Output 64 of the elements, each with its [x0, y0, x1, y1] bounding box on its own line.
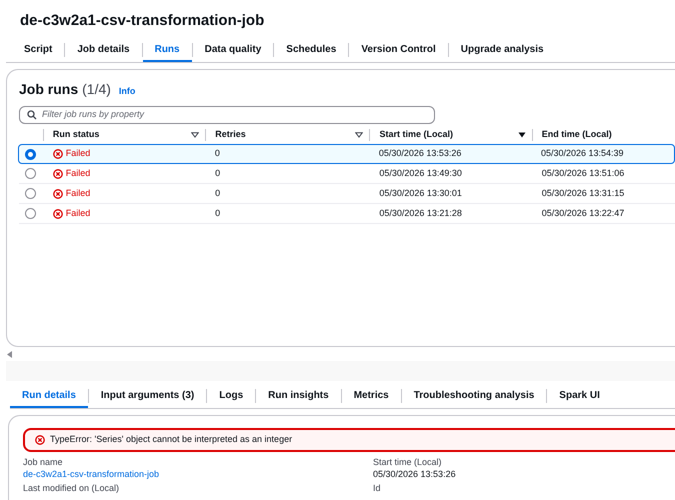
field-label: Id [373, 482, 382, 494]
run-status: Failed [66, 147, 90, 160]
table-cell: 0 [215, 168, 220, 178]
table-row[interactable]: Failed 0 05/30/2026 13:21:28 05/30/2026 13:22:47 [19, 204, 675, 224]
table-cell: 0 [214, 148, 220, 158]
info-link[interactable]: Info [118, 85, 136, 98]
job-name-link[interactable]: de-c3w2a1-csv-transformation-job [23, 469, 160, 479]
table-cell: 05/30/2026 13:49:30 [379, 168, 462, 178]
tab[interactable]: Input arguments (3) [88, 384, 206, 408]
field-label: Start time (Local) [373, 456, 443, 468]
table-cell: 05/30/2026 13:30:01 [379, 188, 462, 198]
table-row[interactable]: Failed 0 05/30/2026 13:49:30 05/30/2026 13:51:06 [19, 164, 675, 184]
tab[interactable]: Run insights [256, 384, 341, 408]
column-header[interactable]: Run status [52, 128, 192, 142]
table-cell: 05/30/2026 13:53:26 [378, 148, 462, 158]
radio-button[interactable] [25, 148, 36, 160]
scroll-left-icon[interactable] [7, 350, 12, 358]
column-header[interactable]: Start time (Local) [379, 128, 518, 142]
table-cell: 05/30/2026 13:51:06 [542, 168, 624, 178]
run-status: Failed [66, 186, 90, 200]
error-icon [52, 188, 63, 198]
sort-icon[interactable] [355, 132, 364, 138]
table-cell: 05/30/2026 13:21:28 [379, 208, 462, 218]
radio-button[interactable] [25, 168, 36, 179]
radio-button[interactable] [25, 188, 36, 199]
table-cell: 05/30/2026 13:22:47 [542, 208, 624, 218]
run-status: Failed [66, 166, 90, 180]
tab[interactable]: Script [12, 38, 64, 62]
tab[interactable]: Troubleshooting analysis [402, 384, 546, 408]
error-icon [52, 208, 63, 218]
radio-button[interactable] [25, 208, 36, 219]
section-title: Job runs [19, 80, 78, 99]
tab[interactable]: Job details [65, 38, 142, 62]
table-cell: 0 [215, 188, 220, 198]
error-icon [52, 149, 63, 159]
run-count: (1/4) [82, 80, 111, 99]
table-row[interactable]: Failed 0 05/30/2026 13:30:01 05/30/2026 13:31:15 [19, 184, 675, 204]
tab[interactable]: Data quality [192, 38, 274, 62]
tab[interactable]: Run details [10, 384, 88, 408]
table-cell: 05/30/2026 13:54:39 [540, 148, 624, 158]
tab[interactable]: Metrics [342, 384, 401, 408]
table-cell: 0 [215, 208, 220, 218]
table-row[interactable]: Failed 0 05/30/2026 13:53:26 05/30/2026 13:54:39 [18, 144, 675, 164]
field-value: 05/30/2026 13:53:26 [373, 468, 457, 480]
search-icon [27, 110, 37, 120]
tab[interactable]: Version Control [349, 38, 448, 62]
error-icon [52, 168, 63, 178]
filter-input[interactable]: Filter job runs by property [42, 108, 427, 122]
tab[interactable]: Spark UI [547, 384, 612, 408]
tab[interactable]: Schedules [274, 38, 348, 62]
column-header[interactable]: Retries [215, 128, 356, 142]
tab[interactable]: Upgrade analysis [448, 38, 556, 62]
column-header[interactable]: End time (Local) [542, 128, 675, 142]
sort-icon[interactable] [191, 132, 200, 138]
error-icon [35, 435, 45, 445]
field-label: Last modified on (Local) [23, 482, 120, 494]
filter-field[interactable]: Filter job runs by property [19, 106, 435, 124]
sort-icon[interactable] [518, 132, 526, 138]
page-title: de-c3w2a1-csv-transformation-job [20, 11, 264, 31]
tab[interactable]: Logs [207, 384, 256, 408]
run-status: Failed [66, 206, 90, 220]
field-label: Job name [23, 456, 64, 468]
table-cell: 05/30/2026 13:31:15 [542, 188, 624, 198]
error-message: TypeError: 'Series' object cannot be interpreted as an integer [50, 433, 292, 446]
